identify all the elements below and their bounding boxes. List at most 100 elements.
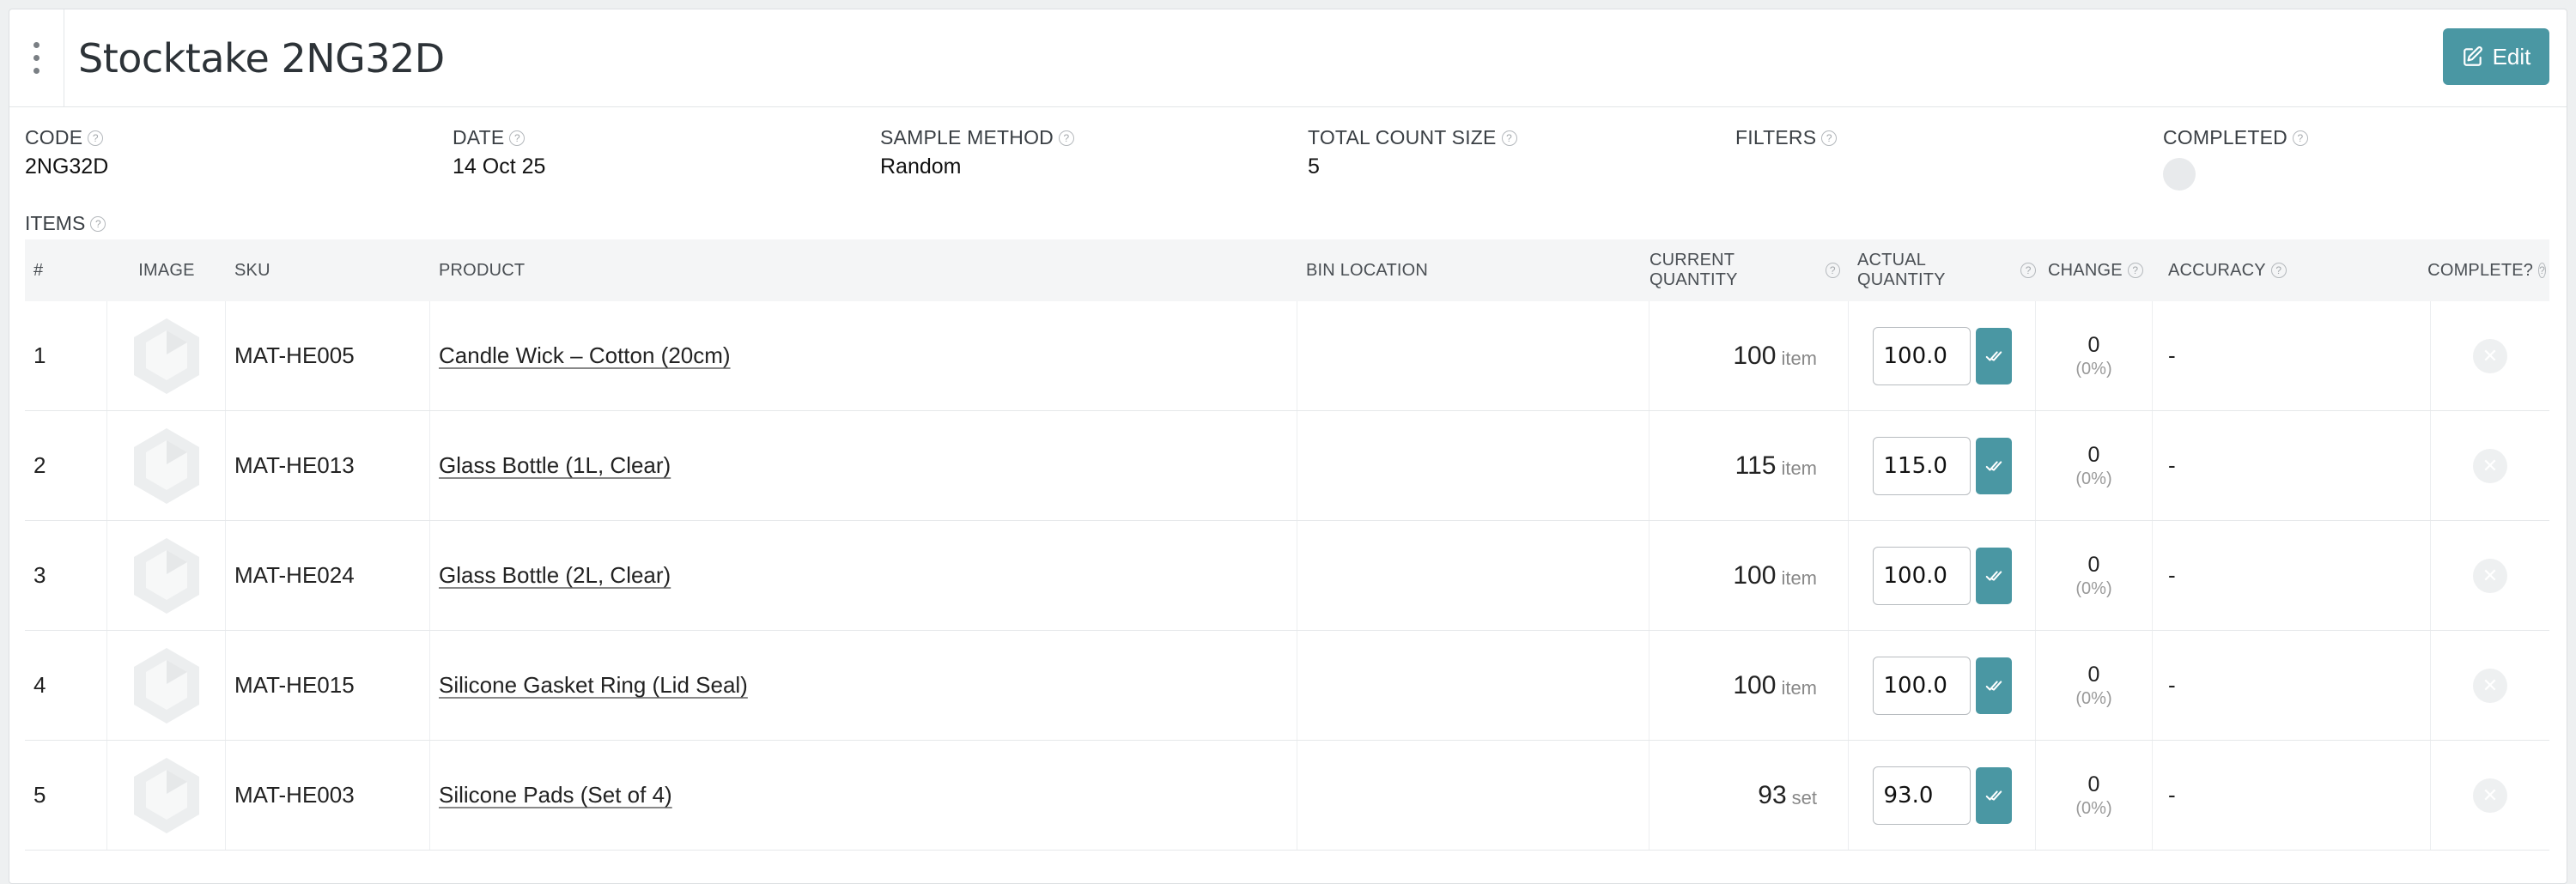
complete-status: ✕ [2431, 631, 2549, 740]
current-quantity-value: 100 [1733, 341, 1777, 370]
row-number: 4 [25, 631, 107, 740]
x-icon[interactable]: ✕ [2473, 558, 2507, 593]
actual-quantity-input[interactable] [1872, 766, 1971, 825]
row-number: 1 [25, 301, 107, 410]
current-quantity-value: 100 [1733, 670, 1777, 699]
field-filters: FILTERS? [1735, 126, 1838, 149]
help-icon[interactable]: ? [2292, 130, 2308, 146]
sku: MAT-HE003 [226, 741, 430, 850]
edit-button[interactable]: Edit [2443, 28, 2549, 85]
field-code: CODE? 2NG32D [25, 126, 108, 179]
header-change-label: CHANGE [2048, 260, 2123, 280]
stocktake-panel: Stocktake 2NG32D Edit CODE? 2NG32D DATE?… [9, 9, 2567, 884]
sku: MAT-HE024 [226, 521, 430, 630]
help-icon[interactable]: ? [1825, 263, 1840, 278]
items-label: ITEMS [25, 212, 86, 234]
complete-status: ✕ [2431, 411, 2549, 520]
header-current-quantity: CURRENT QUANTITY? [1649, 239, 1849, 301]
confirm-button[interactable] [1975, 437, 2012, 494]
quantity-unit: item [1781, 676, 1817, 699]
help-icon[interactable]: ? [1501, 130, 1517, 146]
actual-quantity-input[interactable] [1872, 656, 1971, 715]
accuracy: - [2153, 741, 2431, 850]
product-link[interactable]: Glass Bottle (2L, Clear) [439, 562, 671, 589]
product-placeholder-icon [133, 318, 199, 394]
field-completed: COMPLETED? [2163, 126, 2308, 191]
edit-button-label: Edit [2492, 43, 2531, 70]
date-label: DATE [453, 126, 505, 148]
header-accuracy: ACCURACY? [2153, 239, 2431, 301]
change-percent: (0%) [2075, 688, 2112, 708]
check-icon [1985, 460, 2002, 471]
product-link[interactable]: Candle Wick – Cotton (20cm) [439, 342, 731, 369]
change-value: 0 [2087, 552, 2100, 577]
change-percent: (0%) [2075, 798, 2112, 818]
actual-quantity [1849, 411, 2036, 520]
help-icon[interactable]: ? [88, 130, 104, 146]
product-image [107, 301, 226, 410]
change: 0 (0%) [2036, 411, 2153, 520]
bin-location [1297, 301, 1649, 410]
x-icon[interactable]: ✕ [2473, 778, 2507, 813]
product-cell: Glass Bottle (1L, Clear) [430, 411, 1297, 520]
page-header: Stocktake 2NG32D Edit [9, 9, 2567, 107]
confirm-button[interactable] [1975, 547, 2012, 604]
help-icon[interactable]: ? [509, 130, 526, 146]
actual-quantity [1849, 521, 2036, 630]
items-section-label: ITEMS? [25, 212, 106, 235]
check-icon [1985, 570, 2002, 581]
product-link[interactable]: Silicone Gasket Ring (Lid Seal) [439, 672, 748, 699]
header-complete: COMPLETE?? [2427, 239, 2549, 301]
actual-quantity-input[interactable] [1872, 546, 1971, 605]
help-icon[interactable]: ? [2538, 263, 2546, 278]
help-icon[interactable]: ? [2127, 263, 2143, 278]
change-percent: (0%) [2075, 359, 2112, 378]
check-icon [1985, 680, 2002, 691]
page-title: Stocktake 2NG32D [78, 34, 445, 82]
actual-quantity-input[interactable] [1872, 436, 1971, 495]
sample-method-label: SAMPLE METHOD [880, 126, 1054, 148]
help-icon[interactable]: ? [90, 215, 106, 232]
header-num: # [33, 260, 44, 280]
header-image: IMAGE [138, 260, 195, 280]
actual-quantity-input[interactable] [1872, 326, 1971, 385]
help-icon[interactable]: ? [2270, 263, 2287, 278]
confirm-button[interactable] [1975, 657, 2012, 714]
help-icon[interactable]: ? [1058, 130, 1074, 146]
change-percent: (0%) [2075, 469, 2112, 488]
table-row: 4 MAT-HE015 Silicone Gasket Ring (Lid Se… [25, 631, 2549, 741]
accuracy: - [2153, 631, 2431, 740]
current-quantity-value: 115 [1735, 451, 1777, 480]
sku: MAT-HE005 [226, 301, 430, 410]
product-link[interactable]: Glass Bottle (1L, Clear) [439, 452, 671, 479]
confirm-button[interactable] [1975, 327, 2012, 384]
x-icon[interactable]: ✕ [2473, 668, 2507, 703]
table-body: 1 MAT-HE005 Candle Wick – Cotton (20cm) … [25, 301, 2549, 851]
product-link[interactable]: Silicone Pads (Set of 4) [439, 782, 672, 808]
header-complete-label: COMPLETE? [2427, 260, 2534, 280]
table-row: 3 MAT-HE024 Glass Bottle (2L, Clear) 100… [25, 521, 2549, 631]
kebab-menu-icon[interactable] [9, 9, 64, 106]
accuracy: - [2153, 521, 2431, 630]
product-cell: Glass Bottle (2L, Clear) [430, 521, 1297, 630]
actual-quantity [1849, 301, 2036, 410]
help-icon[interactable]: ? [1821, 130, 1838, 146]
confirm-button[interactable] [1975, 766, 2012, 824]
sku: MAT-HE013 [226, 411, 430, 520]
change-value: 0 [2087, 332, 2100, 357]
table-header: # IMAGE SKU PRODUCT BIN LOCATION CURRENT… [25, 239, 2549, 301]
current-quantity: 100 item [1649, 301, 1849, 410]
items-table: # IMAGE SKU PRODUCT BIN LOCATION CURRENT… [25, 239, 2549, 851]
product-image [107, 741, 226, 850]
bin-location [1297, 741, 1649, 850]
code-label: CODE [25, 126, 83, 148]
complete-status: ✕ [2431, 301, 2549, 410]
actual-quantity [1849, 631, 2036, 740]
x-icon[interactable]: ✕ [2473, 338, 2507, 373]
field-sample-method: SAMPLE METHOD? Random [880, 126, 1074, 179]
x-icon[interactable]: ✕ [2473, 448, 2507, 483]
current-quantity: 93 set [1649, 741, 1849, 850]
table-row: 1 MAT-HE005 Candle Wick – Cotton (20cm) … [25, 301, 2549, 411]
table-row: 5 MAT-HE003 Silicone Pads (Set of 4) 93 … [25, 741, 2549, 851]
help-icon[interactable]: ? [2020, 263, 2036, 278]
